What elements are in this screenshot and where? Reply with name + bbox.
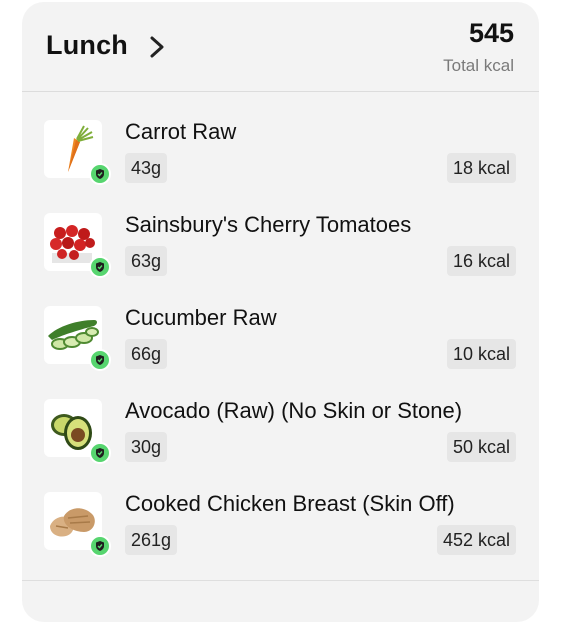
food-kcal: 452 kcal xyxy=(436,525,516,555)
total-kcal-value: 545 xyxy=(468,18,514,48)
food-name: Cooked Chicken Breast (Skin Off) xyxy=(125,491,455,516)
food-name: Carrot Raw xyxy=(125,119,237,144)
meal-card: Lunch 545 Total kcal Carrot Raw 43g 18 k… xyxy=(22,2,539,622)
food-weight: 30g xyxy=(125,432,168,462)
meal-title[interactable]: Lunch xyxy=(46,30,128,61)
food-name: Avocado (Raw) (No Skin or Stone) xyxy=(125,398,463,423)
food-list: Carrot Raw 43g 18 kcal Sainsbury's Cherr… xyxy=(22,92,539,557)
total-kcal-label: Total kcal xyxy=(443,56,514,75)
food-thumbnail xyxy=(44,492,111,557)
food-row[interactable]: Carrot Raw 43g 18 kcal xyxy=(22,92,539,185)
meal-header[interactable]: Lunch 545 Total kcal xyxy=(22,2,539,92)
verified-badge-icon xyxy=(89,256,111,278)
verified-badge-icon xyxy=(89,442,111,464)
food-kcal: 16 kcal xyxy=(446,246,516,276)
divider xyxy=(22,580,539,581)
food-row[interactable]: Sainsbury's Cherry Tomatoes 63g 16 kcal xyxy=(22,185,539,278)
food-name: Sainsbury's Cherry Tomatoes xyxy=(125,212,412,237)
food-row[interactable]: Cooked Chicken Breast (Skin Off) 261g 45… xyxy=(22,464,539,557)
food-weight: 66g xyxy=(125,339,168,369)
verified-badge-icon xyxy=(89,535,111,557)
food-weight: 63g xyxy=(125,246,168,276)
food-name: Cucumber Raw xyxy=(125,305,277,330)
food-kcal: 50 kcal xyxy=(446,432,516,462)
food-thumbnail xyxy=(44,120,111,185)
food-weight: 43g xyxy=(125,153,168,183)
verified-badge-icon xyxy=(89,349,111,371)
food-row[interactable]: Cucumber Raw 66g 10 kcal xyxy=(22,278,539,371)
food-row[interactable]: Avocado (Raw) (No Skin or Stone) 30g 50 … xyxy=(22,371,539,464)
food-thumbnail xyxy=(44,399,111,464)
food-kcal: 18 kcal xyxy=(446,153,516,183)
food-weight: 261g xyxy=(125,525,178,555)
chevron-right-icon[interactable] xyxy=(146,33,168,61)
food-thumbnail xyxy=(44,306,111,371)
food-thumbnail xyxy=(44,213,111,278)
food-kcal: 10 kcal xyxy=(446,339,516,369)
verified-badge-icon xyxy=(89,163,111,185)
